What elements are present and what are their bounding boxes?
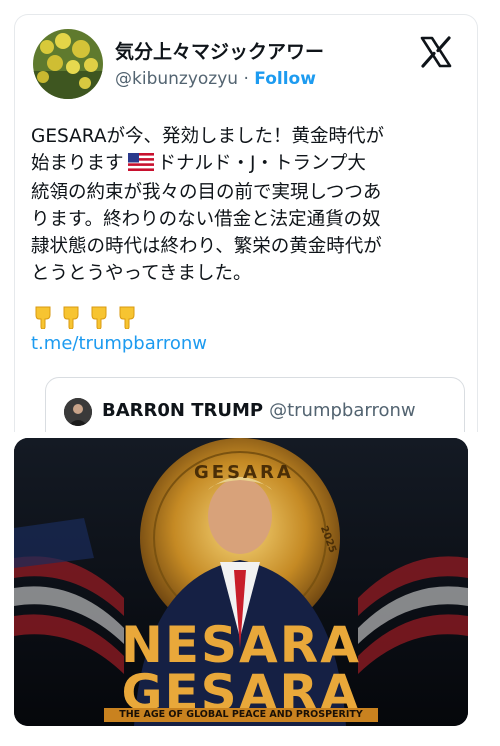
x-logo-icon[interactable]	[419, 35, 453, 69]
tweet-text: GESARAが今、発効しました！黄金時代が 始まります ドナルド・J・トランプ大 …	[31, 123, 471, 287]
pointing-hands	[33, 305, 137, 329]
tweet-link[interactable]: t.me/trumpbarronw	[31, 333, 207, 354]
quote-author-handle[interactable]: @trumpbarronw	[269, 400, 416, 421]
handle-line: @kibunzyozyu · Follow	[115, 69, 316, 89]
pointing-down-icon	[119, 306, 135, 329]
separator: ·	[238, 69, 255, 89]
pointing-down-icon	[35, 306, 51, 329]
display-name[interactable]: 気分上々マジックアワー	[115, 37, 324, 64]
follow-button[interactable]: Follow	[254, 69, 316, 89]
quote-author: BARR0N TRUMP @trumpbarronw	[102, 400, 416, 421]
quote-author-name[interactable]: BARR0N TRUMP	[102, 400, 263, 421]
user-handle[interactable]: @kibunzyozyu	[115, 69, 238, 89]
us-flag-icon	[127, 152, 154, 179]
pointing-down-icon	[91, 306, 107, 329]
pointing-down-icon	[63, 306, 79, 329]
quoted-tweet[interactable]: BARR0N TRUMP @trumpbarronw	[45, 377, 465, 434]
promo-image[interactable]: GESARA 2025 NESARA GESARA THE AGE OF GLO…	[14, 438, 468, 726]
quote-avatar[interactable]	[64, 398, 92, 426]
coin-text: GESARA	[194, 462, 294, 483]
tweet-card: 気分上々マジックアワー @kibunzyozyu · Follow GESARA…	[14, 14, 478, 434]
avatar[interactable]	[33, 29, 103, 99]
promo-subtitle: THE AGE OF GLOBAL PEACE AND PROSPERITY	[104, 708, 378, 722]
